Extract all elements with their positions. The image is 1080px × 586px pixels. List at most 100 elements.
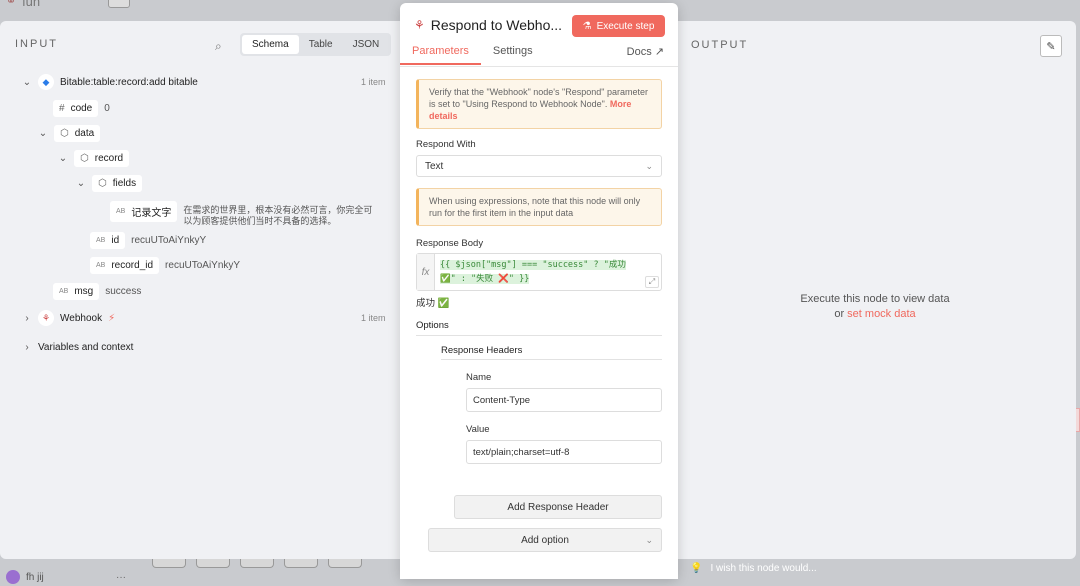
panel-body: Verify that the "Webhook" node's "Respon… bbox=[400, 67, 678, 579]
field-key: data bbox=[74, 128, 95, 139]
field-pill[interactable]: AB id bbox=[90, 232, 126, 249]
bitable-icon: ◆ bbox=[38, 74, 54, 90]
headers-divider bbox=[441, 359, 662, 360]
chevron-down-icon[interactable]: ⌄ bbox=[38, 128, 48, 139]
add-response-header-button[interactable]: Add Response Header bbox=[454, 495, 662, 519]
view-mode-json[interactable]: JSON bbox=[343, 35, 390, 54]
or-text: or bbox=[834, 308, 845, 320]
field-key: msg bbox=[74, 286, 94, 297]
field-pill[interactable]: AB record_id bbox=[90, 257, 160, 274]
response-body-label: Response Body bbox=[416, 238, 484, 249]
set-mock-data-link[interactable]: set mock data bbox=[847, 308, 915, 320]
field-value: 0 bbox=[104, 103, 110, 114]
header-value-value: text/plain;charset=utf-8 bbox=[473, 446, 570, 458]
chevron-down-icon[interactable]: ⌄ bbox=[58, 153, 68, 164]
field-value-line1: 在需求的世界里，根本没有必然可言，你完全可 bbox=[183, 205, 373, 215]
expression-code[interactable]: {{ $json["msg"] === "success" ? "成功 ✅" :… bbox=[435, 254, 631, 290]
chevron-right-icon[interactable]: › bbox=[22, 342, 32, 353]
view-mode-schema[interactable]: Schema bbox=[242, 35, 299, 54]
field-row-fields: ⌄ ⬡ fields bbox=[76, 175, 143, 192]
output-title: OUTPUT bbox=[691, 39, 749, 51]
field-pill[interactable]: ⬡ record bbox=[74, 150, 130, 167]
field-key: id bbox=[111, 235, 120, 246]
lightbulb-icon: 💡 bbox=[690, 563, 703, 574]
trigger-bolt-icon: ⚡ bbox=[108, 312, 116, 324]
zoom-reset-button[interactable] bbox=[284, 558, 318, 568]
object-type-icon: ⬡ bbox=[98, 178, 107, 189]
user-menu-icon[interactable]: ··· bbox=[116, 572, 126, 583]
docs-link[interactable]: Docs ↗ bbox=[627, 45, 664, 58]
string-type-icon: AB bbox=[96, 262, 106, 269]
zoom-fit-button[interactable] bbox=[152, 558, 186, 568]
field-pill[interactable]: AB 记录文字 bbox=[110, 201, 178, 222]
variables-row[interactable]: › Variables and context bbox=[22, 342, 133, 353]
field-pill[interactable]: ⬡ data bbox=[54, 125, 101, 142]
node-row-bitable[interactable]: ⌄ ◆ Bitable:table:record:add bitable bbox=[22, 74, 198, 90]
chevron-down-icon[interactable]: ⌄ bbox=[22, 77, 32, 88]
external-link-icon: ↗ bbox=[654, 46, 664, 58]
edit-output-button[interactable]: ✎ bbox=[1040, 35, 1062, 57]
feedback-text: I wish this node would... bbox=[710, 563, 817, 574]
string-type-icon: AB bbox=[59, 288, 69, 295]
output-empty-state: Execute this node to view data or set mo… bbox=[770, 292, 980, 322]
tab-parameters[interactable]: Parameters bbox=[400, 45, 481, 65]
node-name: Webhook bbox=[60, 312, 103, 324]
view-mode-switch: Schema Table JSON bbox=[240, 33, 392, 56]
string-type-icon: AB bbox=[116, 208, 126, 215]
execute-step-label: Execute step bbox=[596, 20, 655, 32]
panel-header: ⚘ Respond to Webho... ⚗ Execute step Par… bbox=[400, 3, 678, 67]
expand-editor-icon[interactable]: ⤢ bbox=[645, 276, 659, 288]
canvas-controls bbox=[152, 558, 362, 568]
input-panel: INPUT ⌕ Schema Table JSON ⌄ ◆ Bitable:ta… bbox=[0, 21, 400, 559]
chevron-down-icon: ⌄ bbox=[645, 160, 653, 171]
node-row-webhook[interactable]: › ⚘ Webhook ⚡ bbox=[22, 310, 115, 326]
object-type-icon: ⬡ bbox=[80, 153, 89, 164]
code-line1: {{ $json["msg"] === "success" ? "成功 bbox=[440, 260, 626, 270]
field-row-text: AB 记录文字 在需求的世界里，根本没有必然可言，你完全可 以为顾客提供他们当时不具… bbox=[110, 201, 372, 227]
header-name-input[interactable]: Content-Type bbox=[466, 388, 662, 412]
user-area[interactable]: fh jij ··· bbox=[0, 568, 140, 586]
webhook-icon: ⚘ bbox=[414, 18, 425, 32]
expression-result: 成功 ✅ bbox=[416, 298, 450, 309]
add-option-select[interactable]: Add option ⌄ bbox=[428, 528, 662, 552]
node-title-text[interactable]: Respond to Webho... bbox=[431, 17, 562, 33]
field-row-data: ⌄ ⬡ data bbox=[38, 125, 101, 142]
input-header: INPUT ⌕ Schema Table JSON bbox=[15, 33, 392, 56]
item-count: 1 item bbox=[361, 313, 386, 323]
feedback-hint[interactable]: 💡 I wish this node would... bbox=[690, 563, 817, 574]
field-value-line2: 以为顾客提供他们当时不具备的选择。 bbox=[183, 216, 337, 226]
header-name-label: Name bbox=[466, 372, 492, 383]
header-name-value: Content-Type bbox=[473, 394, 531, 406]
string-type-icon: AB bbox=[96, 237, 106, 244]
object-type-icon: ⬡ bbox=[60, 128, 69, 139]
field-value: recuUToAiYnkyY bbox=[165, 260, 241, 271]
field-key: 记录文字 bbox=[131, 208, 172, 219]
chevron-right-icon[interactable]: › bbox=[22, 313, 32, 324]
header-value-label: Value bbox=[466, 424, 490, 435]
respond-with-value: Text bbox=[425, 160, 444, 172]
avatar bbox=[6, 570, 20, 584]
execute-step-button[interactable]: ⚗ Execute step bbox=[572, 15, 665, 37]
response-body-editor[interactable]: fx {{ $json["msg"] === "success" ? "成功 ✅… bbox=[416, 253, 662, 291]
options-divider bbox=[416, 335, 662, 336]
field-row-msg: AB msg success bbox=[53, 283, 141, 300]
expression-notice: When using expressions, note that this n… bbox=[416, 188, 662, 226]
chevron-down-icon[interactable]: ⌄ bbox=[76, 178, 86, 189]
zoom-out-button[interactable] bbox=[240, 558, 274, 568]
header-value-input[interactable]: text/plain;charset=utf-8 bbox=[466, 440, 662, 464]
workflow-header: ⚭ fun bbox=[0, 0, 140, 21]
field-pill[interactable]: AB msg bbox=[53, 283, 100, 300]
flask-icon: ⚗ bbox=[582, 20, 592, 32]
field-pill[interactable]: # code bbox=[53, 100, 99, 117]
field-pill[interactable]: ⬡ fields bbox=[92, 175, 143, 192]
view-mode-table[interactable]: Table bbox=[299, 35, 343, 54]
collapse-button[interactable] bbox=[108, 0, 130, 8]
search-icon[interactable]: ⌕ bbox=[215, 39, 222, 54]
respond-notice: Verify that the "Webhook" node's "Respon… bbox=[416, 79, 662, 129]
tidy-up-button[interactable] bbox=[328, 558, 362, 568]
field-key: record bbox=[94, 153, 124, 164]
tab-settings[interactable]: Settings bbox=[481, 45, 545, 65]
zoom-in-button[interactable] bbox=[196, 558, 230, 568]
respond-with-select[interactable]: Text ⌄ bbox=[416, 155, 662, 177]
field-row-record: ⌄ ⬡ record bbox=[58, 150, 130, 167]
